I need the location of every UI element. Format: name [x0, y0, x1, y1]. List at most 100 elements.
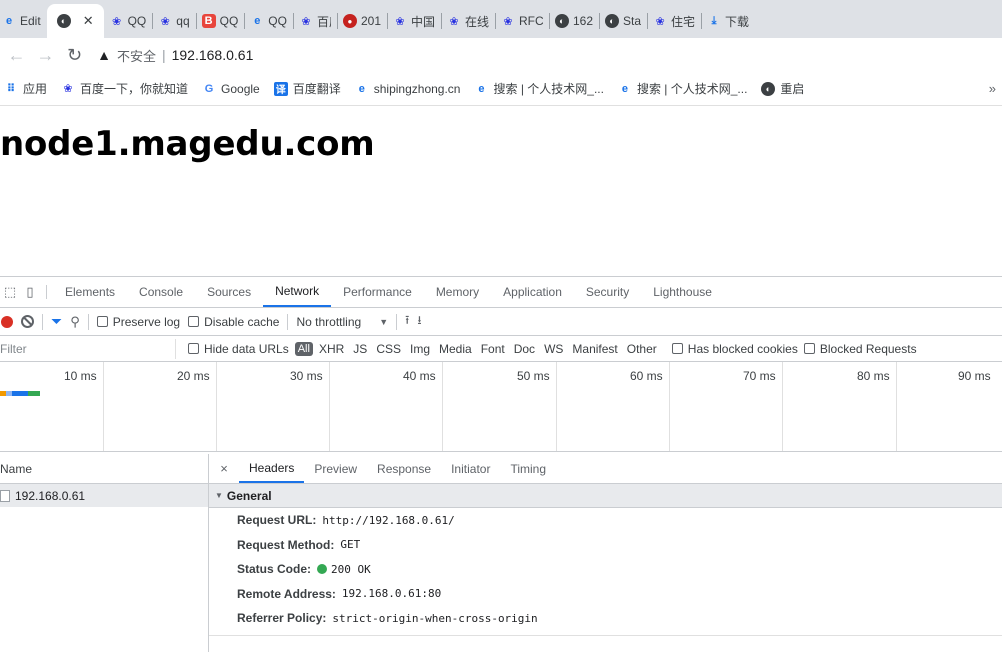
forward-arrow-icon[interactable]: → — [33, 42, 58, 68]
filter-funnel-icon[interactable]: ⏷ — [51, 313, 62, 330]
export-har-icon[interactable]: ⭳ — [417, 311, 421, 332]
browser-tab[interactable]: ◐ Sta — [599, 4, 647, 38]
apps-grid-icon: ⠿ — [6, 83, 16, 95]
bookmarks-bar: ⠿ 应用 ❀ 百度一下，你就知道 G Google 译 百度翻译 e shipi… — [0, 72, 1002, 106]
checkbox-box[interactable] — [671, 343, 683, 354]
reload-icon[interactable]: ↻ — [62, 42, 87, 68]
clear-icon[interactable] — [21, 315, 34, 328]
browser-tab[interactable]: e QQ — [244, 4, 293, 38]
browser-tab[interactable]: ❀ RFC — [495, 4, 549, 38]
more-bookmarks-icon[interactable]: » — [989, 81, 996, 96]
browser-tab[interactable]: ◐ 162 — [549, 4, 599, 38]
tab-performance[interactable]: Performance — [331, 277, 424, 307]
browser-tab[interactable]: ❀ 百度 — [292, 4, 337, 38]
bookmark-item[interactable]: ◐ 重启 — [761, 80, 804, 97]
tab-console[interactable]: Console — [127, 277, 195, 307]
filter-type-ws[interactable]: WS — [544, 342, 563, 356]
bookmark-item[interactable]: e shipingzhong.cn — [355, 82, 461, 96]
filter-type-media[interactable]: Media — [439, 342, 472, 356]
edge-icon: e — [478, 82, 485, 95]
inspect-element-icon[interactable]: ⬚ — [0, 277, 20, 307]
browser-tab[interactable]: ⤓ 下载 — [701, 4, 755, 38]
browser-tab[interactable]: ❀ 在线 — [441, 4, 495, 38]
filter-input[interactable]: Filter — [0, 338, 176, 359]
browser-tab[interactable]: B QQ — [195, 4, 245, 38]
tab-preview[interactable]: Preview — [304, 454, 367, 483]
bookmark-item[interactable]: 译 百度翻译 — [273, 80, 341, 97]
filter-type-doc[interactable]: Doc — [514, 342, 535, 356]
filter-type-img[interactable]: Img — [410, 342, 430, 356]
checkbox-box[interactable] — [803, 343, 815, 354]
filter-type-xhr[interactable]: XHR — [319, 342, 344, 356]
search-icon[interactable]: ⚲ — [70, 314, 80, 330]
tab-sources[interactable]: Sources — [195, 277, 263, 307]
tab-lighthouse[interactable]: Lighthouse — [641, 277, 724, 307]
checkbox-box[interactable] — [188, 316, 200, 327]
browser-tab[interactable]: ❀ 住宅 — [647, 4, 701, 38]
close-icon[interactable]: × — [209, 454, 239, 483]
url-text[interactable]: 192.168.0.61 — [172, 47, 254, 63]
browser-tab[interactable]: ❀ 中国 — [387, 4, 441, 38]
general-section-header[interactable]: ▼ General — [209, 484, 1002, 508]
tab-application[interactable]: Application — [491, 277, 574, 307]
filter-type-js[interactable]: JS — [353, 342, 367, 356]
network-overview-timeline[interactable]: 10 ms 20 ms 30 ms 40 ms 50 ms 60 ms 70 m… — [0, 362, 1002, 452]
close-tab-icon[interactable]: ✕ — [83, 13, 94, 29]
browser-tab[interactable]: e Edit — [0, 4, 47, 38]
tab-title: 住宅 — [671, 14, 696, 29]
header-field: Remote Address: 192.168.0.61:80 — [209, 582, 1002, 607]
bookmark-item[interactable]: e 搜索 | 个人技术网_... — [618, 80, 748, 97]
checkbox-box[interactable] — [188, 343, 199, 354]
bookmark-label: shipingzhong.cn — [373, 81, 461, 96]
devtools-panel: ⬚ ▯ Elements Console Sources Network Per… — [0, 276, 1002, 652]
checkbox-box[interactable] — [96, 316, 108, 327]
filter-type-other[interactable]: Other — [627, 342, 657, 356]
bookmark-item[interactable]: G Google — [202, 82, 260, 96]
timeline-gridline — [782, 362, 783, 451]
baidu-paw-icon: ❀ — [160, 15, 170, 28]
throttling-select[interactable]: No throttling ▼ — [296, 315, 388, 329]
blocked-requests-checkbox[interactable]: Blocked Requests — [803, 342, 917, 356]
name-column-header[interactable]: Name — [0, 454, 208, 484]
filter-type-manifest[interactable]: Manifest — [572, 342, 617, 356]
tab-network[interactable]: Network — [263, 277, 332, 307]
tab-initiator[interactable]: Initiator — [441, 454, 500, 483]
tab-title: 201 — [360, 14, 381, 28]
hide-data-urls-checkbox[interactable]: Hide data URLs — [188, 342, 289, 356]
globe-icon: ◐ — [555, 14, 569, 28]
address-bar[interactable]: ▲ 不安全 | 192.168.0.61 — [97, 41, 1002, 69]
tab-title: 中国 — [411, 14, 435, 29]
browser-tab[interactable]: ❀ QQ — [104, 4, 153, 38]
tab-headers[interactable]: Headers — [239, 454, 305, 483]
device-toolbar-icon[interactable]: ▯ — [20, 277, 40, 307]
filter-type-css[interactable]: CSS — [376, 342, 401, 356]
header-field: Request URL: http://192.168.0.61/ — [209, 508, 1002, 533]
preserve-log-checkbox[interactable]: Preserve log — [96, 315, 180, 329]
bookmark-item[interactable]: e 搜索 | 个人技术网_... — [474, 80, 604, 97]
record-icon[interactable] — [1, 315, 13, 328]
filter-all-button[interactable]: All — [294, 341, 313, 356]
filter-type-font[interactable]: Font — [481, 342, 505, 356]
browser-tab[interactable]: ❀ qq — [152, 4, 195, 38]
import-har-icon[interactable]: ⭱ — [405, 311, 409, 332]
has-blocked-cookies-checkbox[interactable]: Has blocked cookies — [671, 342, 798, 356]
page-heading: node1.magedu.com — [0, 124, 375, 164]
tab-response[interactable]: Response — [367, 454, 441, 483]
baidu-paw-icon: ❀ — [449, 15, 459, 28]
request-row[interactable]: 192.168.0.61 — [0, 484, 208, 507]
tab-memory[interactable]: Memory — [424, 277, 491, 307]
bookmark-item[interactable]: ❀ 百度一下，你就知道 — [61, 80, 188, 97]
tab-timing[interactable]: Timing — [500, 454, 556, 483]
warning-triangle-icon[interactable]: ▲ — [97, 47, 111, 63]
disable-cache-checkbox[interactable]: Disable cache — [188, 315, 279, 329]
security-label[interactable]: 不安全 — [117, 46, 156, 65]
field-value: strict-origin-when-cross-origin — [332, 611, 538, 625]
tab-security[interactable]: Security — [574, 277, 641, 307]
network-lower-pane: Name 192.168.0.61 × Headers Preview Resp… — [0, 454, 1002, 652]
bookmark-apps[interactable]: ⠿ 应用 — [4, 80, 47, 97]
back-arrow-icon[interactable]: ← — [4, 42, 29, 68]
tab-elements[interactable]: Elements — [53, 277, 127, 307]
browser-tab-active[interactable]: ◐ ✕ — [46, 4, 104, 38]
divider — [287, 313, 289, 330]
browser-tab[interactable]: ● 201 — [336, 4, 387, 38]
